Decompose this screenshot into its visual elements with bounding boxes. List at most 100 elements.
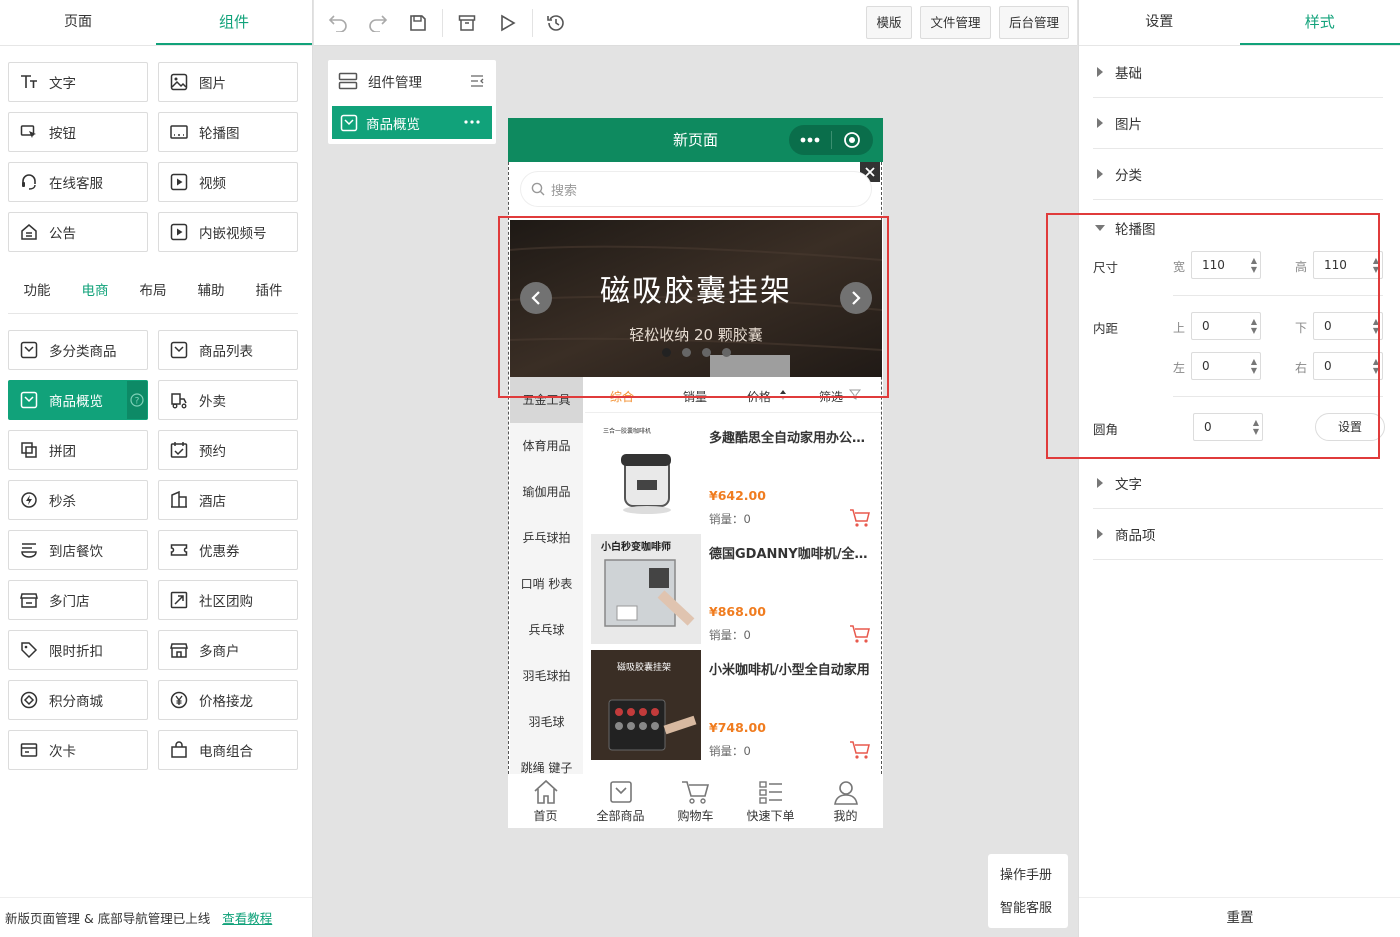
archive-icon[interactable]: [454, 10, 480, 36]
page-title: 新页面: [672, 131, 718, 149]
component-hotel[interactable]: 酒店: [158, 480, 298, 520]
help-widget: 操作手册 智能客服: [988, 854, 1068, 928]
component-online-service[interactable]: 在线客服: [8, 162, 148, 202]
component-label: 在线客服: [49, 176, 103, 192]
tab-layout[interactable]: 布局: [124, 278, 182, 313]
component-ecommerce-combo[interactable]: 电商组合: [158, 730, 298, 770]
section-image[interactable]: 图片: [1093, 98, 1383, 149]
category-item[interactable]: 口哨 秒表: [510, 561, 583, 607]
save-icon[interactable]: [405, 10, 431, 36]
section-category[interactable]: 分类: [1093, 149, 1383, 200]
tutorial-link[interactable]: 查看教程: [222, 908, 272, 927]
product-item[interactable]: 磁吸胶囊挂架 小米咖啡机/小型全自动家用 ¥748.00 销量：0: [591, 646, 881, 760]
component-group-buy[interactable]: 拼团: [8, 430, 148, 470]
selected-carousel-highlight: [498, 216, 889, 398]
more-icon[interactable]: [464, 120, 480, 124]
component-takeout[interactable]: 外卖: [158, 380, 298, 420]
component-video[interactable]: 视频: [158, 162, 298, 202]
category-item[interactable]: 瑜伽用品: [510, 469, 583, 515]
component-price-relay[interactable]: 价格接龙: [158, 680, 298, 720]
component-label: 秒杀: [49, 494, 76, 510]
tabbar-home[interactable]: 首页: [508, 774, 583, 828]
component-limited-discount[interactable]: 限时折扣: [8, 630, 148, 670]
product-price: ¥868.00: [709, 604, 766, 619]
more-dots-icon[interactable]: [789, 137, 831, 143]
category-item[interactable]: 羽毛球拍: [510, 653, 583, 699]
manual-link[interactable]: 操作手册: [1000, 864, 1052, 883]
product-item[interactable]: 小白秒变咖啡师 德国GDANNY咖啡机/全自动 ¥868.00 销量：0: [591, 530, 881, 644]
undo-icon[interactable]: [325, 10, 351, 36]
backend-manager-button[interactable]: 后台管理: [999, 6, 1069, 39]
component-goods-list[interactable]: 商品列表: [158, 330, 298, 370]
history-icon[interactable]: [543, 10, 569, 36]
play-icon: [169, 222, 189, 242]
component-button[interactable]: 按钮: [8, 112, 148, 152]
collapse-icon[interactable]: [470, 75, 484, 87]
notice-icon: [19, 222, 39, 242]
category-item[interactable]: 兵乓球: [510, 607, 583, 653]
close-target-icon[interactable]: [832, 131, 874, 149]
component-points-mall[interactable]: 积分商城: [8, 680, 148, 720]
tree-item-goods-overview[interactable]: 商品概览: [332, 106, 492, 139]
section-label: 文字: [1115, 477, 1142, 493]
component-punch-card[interactable]: 次卡: [8, 730, 148, 770]
component-flash-sale[interactable]: 秒杀: [8, 480, 148, 520]
phone-header: 新页面: [508, 118, 883, 162]
section-goods-item[interactable]: 商品项: [1093, 509, 1383, 560]
tab-function[interactable]: 功能: [8, 278, 66, 313]
preview-play-icon[interactable]: [495, 10, 521, 36]
tabbar-cart[interactable]: 购物车: [658, 774, 733, 828]
component-embedded-channel[interactable]: 内嵌视频号: [158, 212, 298, 252]
component-coupon[interactable]: 优惠券: [158, 530, 298, 570]
section-text[interactable]: 文字: [1093, 458, 1383, 509]
component-notice[interactable]: 公告: [8, 212, 148, 252]
basic-components-grid: 文字 图片 按钮 轮播图 在线客服 视频 公告 内嵌视频号: [8, 62, 298, 262]
component-goods-overview[interactable]: 商品概览?: [8, 380, 148, 420]
tab-ecommerce[interactable]: 电商: [66, 278, 124, 313]
tab-settings[interactable]: 设置: [1079, 0, 1240, 45]
category-item[interactable]: 体育用品: [510, 423, 583, 469]
add-to-cart-icon[interactable]: [849, 740, 871, 760]
category-item[interactable]: 跳绳 键子: [510, 745, 583, 774]
tab-assist[interactable]: 辅助: [182, 278, 240, 313]
tabbar-mine[interactable]: 我的: [808, 774, 883, 828]
product-item[interactable]: 三合一胶囊咖啡机 多趣酷思全自动家用办公意式咖啡机 ¥642.00 销量：0: [591, 414, 881, 528]
tabbar-quick-order[interactable]: 快速下单: [733, 774, 808, 828]
component-booking[interactable]: 预约: [158, 430, 298, 470]
tabbar-all-goods[interactable]: 全部商品: [583, 774, 658, 828]
component-community-group[interactable]: 社区团购: [158, 580, 298, 620]
component-image[interactable]: 图片: [158, 62, 298, 102]
carousel-settings-highlight: [1046, 213, 1380, 459]
tree-item-label: 商品概览: [366, 116, 420, 133]
template-button[interactable]: 模版: [866, 6, 912, 39]
bag-icon: [169, 740, 189, 760]
file-manager-button[interactable]: 文件管理: [920, 6, 991, 39]
component-carousel[interactable]: 轮播图: [158, 112, 298, 152]
service-link[interactable]: 智能客服: [1000, 897, 1052, 916]
section-basic[interactable]: 基础: [1093, 47, 1383, 98]
component-multi-store[interactable]: 多门店: [8, 580, 148, 620]
add-to-cart-icon[interactable]: [849, 508, 871, 528]
component-multi-category-goods[interactable]: 多分类商品: [8, 330, 148, 370]
component-dine-in[interactable]: 到店餐饮: [8, 530, 148, 570]
tabbar-label: 快速下单: [746, 808, 795, 823]
reset-button[interactable]: 重置: [1079, 897, 1400, 937]
section-label: 分类: [1115, 168, 1142, 184]
tab-style[interactable]: 样式: [1239, 0, 1400, 45]
help-icon[interactable]: ?: [127, 381, 147, 419]
community-icon: [169, 590, 189, 610]
redo-icon[interactable]: [365, 10, 391, 36]
tab-page[interactable]: 页面: [0, 0, 156, 45]
tab-components[interactable]: 组件: [156, 0, 312, 45]
search-bar[interactable]: 搜索: [521, 172, 871, 206]
tab-plugins[interactable]: 插件: [240, 278, 298, 313]
component-tree-header[interactable]: 组件管理: [328, 60, 496, 102]
points-icon: [19, 690, 39, 710]
category-item[interactable]: 乒乓球拍: [510, 515, 583, 561]
category-item[interactable]: 羽毛球: [510, 699, 583, 745]
add-to-cart-icon[interactable]: [849, 624, 871, 644]
component-multi-merchant[interactable]: 多商户: [158, 630, 298, 670]
editor-toolbar: 模版 文件管理 后台管理: [314, 0, 1077, 46]
user-icon: [832, 779, 860, 807]
component-text[interactable]: 文字: [8, 62, 148, 102]
